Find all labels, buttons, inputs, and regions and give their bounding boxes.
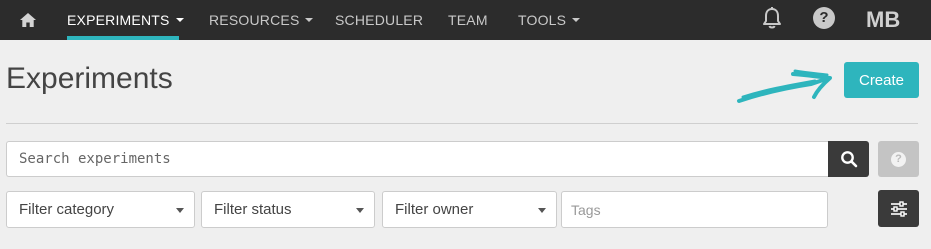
bell-icon[interactable] xyxy=(761,6,783,30)
chevron-down-icon xyxy=(572,18,581,22)
search-button[interactable] xyxy=(828,141,869,177)
help-icon: ? xyxy=(891,151,906,167)
filter-status-label: Filter status xyxy=(214,201,292,218)
nav-team-label: TEAM xyxy=(448,12,488,28)
chevron-down-icon xyxy=(538,208,546,213)
tags-input[interactable] xyxy=(561,191,828,228)
search-help-button[interactable]: ? xyxy=(878,141,919,177)
chevron-down-icon xyxy=(356,208,364,213)
page-title: Experiments xyxy=(6,62,173,95)
nav-tools-label: TOOLS xyxy=(518,12,567,28)
filter-owner-label: Filter owner xyxy=(395,201,474,218)
search-input[interactable] xyxy=(6,141,828,177)
header-divider xyxy=(6,123,918,124)
sliders-icon xyxy=(890,200,907,217)
nav-team[interactable]: TEAM xyxy=(448,0,488,40)
top-navbar: EXPERIMENTS RESOURCES SCHEDULER TEAM TOO… xyxy=(0,0,931,40)
nav-scheduler-label: SCHEDULER xyxy=(335,12,424,28)
help-icon[interactable]: ? xyxy=(813,7,835,29)
search-icon xyxy=(840,151,857,168)
nav-resources[interactable]: RESOURCES xyxy=(209,0,314,40)
home-icon[interactable] xyxy=(16,9,40,31)
filter-category-label: Filter category xyxy=(19,201,115,218)
arrow-annotation-icon xyxy=(737,69,832,103)
nav-resources-label: RESOURCES xyxy=(209,12,300,28)
nav-experiments-label: EXPERIMENTS xyxy=(67,12,170,28)
active-nav-indicator xyxy=(67,36,179,40)
nav-tools[interactable]: TOOLS xyxy=(518,0,581,40)
chevron-down-icon xyxy=(305,18,314,22)
nav-scheduler[interactable]: SCHEDULER xyxy=(335,0,423,40)
filter-owner-select[interactable]: Filter owner xyxy=(382,191,557,228)
filter-settings-button[interactable] xyxy=(878,190,919,227)
nav-experiments[interactable]: EXPERIMENTS xyxy=(67,0,184,40)
user-avatar[interactable]: MB xyxy=(866,0,900,40)
filter-category-select[interactable]: Filter category xyxy=(6,191,195,228)
chevron-down-icon xyxy=(176,208,184,213)
filter-status-select[interactable]: Filter status xyxy=(201,191,375,228)
chevron-down-icon xyxy=(175,18,184,22)
create-button[interactable]: Create xyxy=(844,62,919,98)
